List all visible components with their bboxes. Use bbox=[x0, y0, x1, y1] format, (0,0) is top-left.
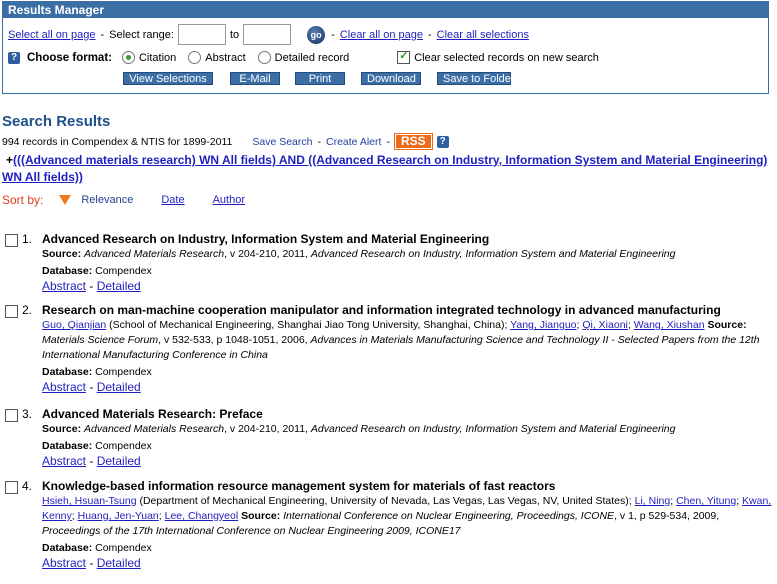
format-detailed-radio[interactable] bbox=[257, 51, 271, 64]
sort-descending-icon bbox=[59, 195, 72, 205]
result-item: 3. Advanced Materials Research: Preface … bbox=[5, 407, 775, 469]
detailed-link[interactable]: Detailed bbox=[97, 454, 141, 468]
abstract-link[interactable]: Abstract bbox=[42, 380, 86, 394]
database-label: Database: bbox=[42, 265, 93, 277]
result-number: 3. bbox=[22, 407, 33, 421]
page-title: Search Results bbox=[2, 113, 111, 130]
author-link[interactable]: Wang, Xiushan bbox=[634, 319, 705, 331]
result-source: Hsieh, Hsuan-Tsung (Department of Mechan… bbox=[42, 495, 772, 537]
format-detailed-label: Detailed record bbox=[274, 51, 350, 64]
author-link[interactable]: Qi, Xiaoni bbox=[582, 319, 628, 331]
print-button[interactable]: Print bbox=[295, 72, 345, 85]
result-number: 1. bbox=[22, 232, 33, 246]
author-link[interactable]: Li, Ning bbox=[635, 495, 671, 507]
abstract-link[interactable]: Abstract bbox=[42, 454, 86, 468]
result-checkbox[interactable] bbox=[5, 305, 18, 318]
clear-on-new-search-checkbox[interactable] bbox=[397, 49, 411, 64]
expand-query-icon[interactable]: + bbox=[6, 153, 13, 167]
to-label: to bbox=[229, 28, 240, 41]
result-source: Guo, Qianjian (School of Mechanical Engi… bbox=[42, 319, 760, 361]
separator: - bbox=[317, 135, 321, 148]
result-title: Knowledge-based information resource man… bbox=[42, 479, 556, 493]
author-link[interactable]: Huang, Jen-Yuan bbox=[78, 510, 159, 522]
help-icon[interactable]: ? bbox=[8, 51, 20, 64]
format-citation-label: Citation bbox=[138, 51, 177, 64]
database-label: Database: bbox=[42, 366, 93, 378]
format-abstract-radio[interactable] bbox=[188, 51, 202, 64]
format-abstract-label: Abstract bbox=[205, 51, 246, 64]
database-value: Compendex bbox=[95, 542, 152, 554]
sort-by-label: Sort by: bbox=[2, 193, 44, 207]
search-query-link[interactable]: (((Advanced materials research) WN All f… bbox=[2, 153, 767, 184]
format-citation-radio[interactable] bbox=[121, 51, 135, 64]
abstract-link[interactable]: Abstract bbox=[42, 556, 86, 570]
select-all-link[interactable]: Select all on page bbox=[8, 29, 95, 41]
database-value: Compendex bbox=[95, 265, 152, 277]
database-label: Database: bbox=[42, 542, 93, 554]
separator: - bbox=[386, 135, 390, 148]
results-manager-title: Results Manager bbox=[3, 2, 768, 18]
database-label: Database: bbox=[42, 440, 93, 452]
author-link[interactable]: Hsieh, Hsuan-Tsung bbox=[42, 495, 137, 507]
author-link[interactable]: Chen, Yitung bbox=[676, 495, 736, 507]
result-title: Advanced Research on Industry, Informati… bbox=[42, 232, 490, 246]
detailed-link[interactable]: Detailed bbox=[97, 279, 141, 293]
download-button[interactable]: Download bbox=[361, 72, 421, 85]
database-value: Compendex bbox=[95, 440, 152, 452]
results-manager: Results Manager Select all on page - Sel… bbox=[2, 1, 769, 94]
clear-all-selections-link[interactable]: Clear all selections bbox=[437, 29, 529, 41]
separator: - bbox=[427, 28, 432, 41]
result-title: Research on man-machine cooperation mani… bbox=[42, 303, 721, 317]
results-summary: 994 records in Compendex & NTIS for 1899… bbox=[2, 135, 233, 148]
email-button[interactable]: E-Mail bbox=[230, 72, 280, 85]
result-title: Advanced Materials Research: Preface bbox=[42, 407, 263, 421]
sort-relevance[interactable]: Relevance bbox=[81, 194, 133, 206]
author-link[interactable]: Lee, Changyeol bbox=[165, 510, 239, 522]
result-checkbox[interactable] bbox=[5, 409, 18, 422]
view-selections-button[interactable]: View Selections bbox=[123, 72, 213, 85]
result-item: 1. Advanced Research on Industry, Inform… bbox=[5, 232, 775, 294]
database-value: Compendex bbox=[95, 366, 152, 378]
result-item: 2. Research on man-machine cooperation m… bbox=[5, 303, 775, 395]
result-checkbox[interactable] bbox=[5, 234, 18, 247]
result-source: Source: Advanced Materials Research, v 2… bbox=[42, 248, 676, 260]
sort-date-link[interactable]: Date bbox=[161, 194, 184, 206]
go-button[interactable]: go bbox=[307, 25, 326, 44]
author-link[interactable]: Yang, Jianguo bbox=[510, 319, 576, 331]
save-to-folder-button[interactable]: Save to Folder bbox=[437, 72, 515, 85]
abstract-link[interactable]: Abstract bbox=[42, 279, 86, 293]
result-number: 2. bbox=[22, 303, 33, 317]
author-link[interactable]: Guo, Qianjian bbox=[42, 319, 106, 331]
help-icon[interactable]: ? bbox=[436, 135, 449, 148]
separator: - bbox=[331, 28, 335, 41]
select-range-label: Select range: bbox=[109, 28, 174, 41]
result-number: 4. bbox=[22, 479, 33, 493]
rss-button[interactable]: RSS bbox=[393, 133, 433, 150]
range-to-input[interactable] bbox=[243, 24, 292, 45]
create-alert-link[interactable]: Create Alert bbox=[326, 136, 381, 148]
sort-author-link[interactable]: Author bbox=[213, 194, 245, 206]
detailed-link[interactable]: Detailed bbox=[97, 556, 141, 570]
choose-format-label: Choose format: bbox=[27, 51, 112, 64]
result-checkbox[interactable] bbox=[5, 481, 18, 494]
range-from-input[interactable] bbox=[177, 24, 226, 45]
detailed-link[interactable]: Detailed bbox=[97, 380, 141, 394]
clear-all-on-page-link[interactable]: Clear all on page bbox=[340, 29, 423, 41]
save-search-link[interactable]: Save Search bbox=[252, 136, 312, 148]
result-item: 4. Knowledge-based information resource … bbox=[5, 479, 775, 571]
result-source: Source: Advanced Materials Research, v 2… bbox=[42, 423, 676, 435]
separator: - bbox=[100, 28, 105, 41]
clear-on-new-search-label: Clear selected records on new search bbox=[414, 51, 599, 64]
